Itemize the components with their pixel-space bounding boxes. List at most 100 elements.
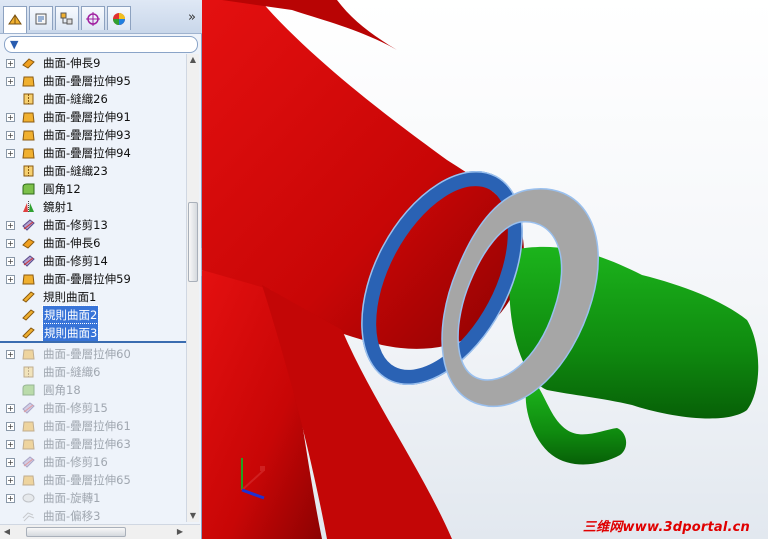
feature-manager-tab[interactable] <box>3 6 27 33</box>
feature-tree-item-label: 曲面-疊層拉伸91 <box>43 110 131 124</box>
expand-toggle-icon[interactable]: + <box>6 350 15 359</box>
expand-toggle-icon[interactable]: + <box>6 77 15 86</box>
expand-toggle-icon[interactable]: + <box>6 440 15 449</box>
expand-toggle-icon[interactable]: + <box>6 257 15 266</box>
scroll-left-icon[interactable]: ◀ <box>1 526 13 538</box>
feature-tree-item[interactable]: 圓角12 <box>0 180 188 198</box>
mirror-icon <box>21 200 36 214</box>
expand-toggle-icon[interactable]: + <box>6 494 15 503</box>
expand-toggle-icon[interactable]: + <box>6 458 15 467</box>
expand-toggle-icon[interactable]: + <box>6 131 15 140</box>
feature-tree-item[interactable]: + 曲面-修剪13 <box>0 216 188 234</box>
feature-manager-panel: » ▼ + 曲面-伸長9 + 曲面-疊層拉伸95 曲面-縫織26 + 曲面-疊層拉伸91 + 曲… <box>0 0 202 539</box>
feature-tree-item[interactable]: + 曲面-旋轉1 <box>0 489 188 507</box>
expand-toggle-icon[interactable]: + <box>6 422 15 431</box>
feature-tree: + 曲面-伸長9 + 曲面-疊層拉伸95 曲面-縫織26 + 曲面-疊層拉伸91 + 曲面-疊層… <box>0 54 188 522</box>
surface-loft-icon <box>21 128 36 142</box>
surface-knit-icon <box>21 164 36 178</box>
surface-loft-icon <box>21 347 36 361</box>
surface-knit-icon <box>21 92 36 106</box>
tree-horizontal-scrollbar[interactable]: ◀ ▶ <box>0 524 200 539</box>
scroll-up-icon[interactable]: ▲ <box>187 54 199 66</box>
expand-toggle-icon[interactable]: + <box>6 221 15 230</box>
feature-tree-item[interactable]: 鏡射1 <box>0 198 188 216</box>
display-manager-tab[interactable] <box>107 6 131 30</box>
vertical-scroll-thumb[interactable] <box>188 202 198 282</box>
surface-loft-icon <box>21 272 36 286</box>
feature-tree-item-label: 曲面-疊層拉伸60 <box>43 347 131 361</box>
expand-toggle-icon[interactable]: + <box>6 59 15 68</box>
feature-tree-item[interactable]: + 曲面-疊層拉伸61 <box>0 417 188 435</box>
feature-tree-item-label: 曲面-疊層拉伸95 <box>43 74 131 88</box>
feature-tree-item[interactable]: + 曲面-疊層拉伸91 <box>0 108 188 126</box>
expand-toggle-icon[interactable]: + <box>6 275 15 284</box>
scroll-down-icon[interactable]: ▼ <box>187 510 199 522</box>
display-manager-tab-icon <box>113 12 125 25</box>
ruled-surface-icon <box>21 308 36 322</box>
surface-loft-icon <box>21 146 36 160</box>
dimxpert-manager-tab-icon <box>86 11 100 26</box>
feature-tree-item[interactable]: + 曲面-疊層拉伸93 <box>0 126 188 144</box>
ruled-surface-icon <box>21 326 36 340</box>
feature-tree-item-label: 曲面-疊層拉伸63 <box>43 437 131 451</box>
feature-tree-item[interactable]: 曲面-縫織6 <box>0 363 188 381</box>
surface-loft-icon <box>21 437 36 451</box>
feature-tree-item[interactable]: 規則曲面2 <box>0 305 188 325</box>
feature-tree-item[interactable]: + 曲面-伸長9 <box>0 54 188 72</box>
feature-tree-item-label: 規則曲面2 <box>41 305 100 325</box>
feature-tree-item[interactable]: 圓角18 <box>0 381 188 399</box>
graphics-area[interactable]: 三维网www.3dportal.cn <box>202 0 768 539</box>
feature-tree-item-label: 曲面-縫織6 <box>43 365 101 379</box>
feature-tree-item-label: 曲面-旋轉1 <box>43 491 101 505</box>
configuration-manager-tab[interactable] <box>55 6 79 30</box>
feature-tree-item[interactable]: + 曲面-疊層拉伸94 <box>0 144 188 162</box>
surface-extrude-icon <box>21 236 36 250</box>
feature-tree-item-label: 曲面-偏移3 <box>43 509 101 522</box>
feature-tree-item[interactable]: 規則曲面1 <box>0 288 188 306</box>
feature-manager-tab-icon <box>8 14 22 25</box>
feature-tree-item[interactable]: + 曲面-疊層拉伸63 <box>0 435 188 453</box>
scroll-right-icon[interactable]: ▶ <box>174 526 186 538</box>
feature-tree-item[interactable]: + 曲面-伸長6 <box>0 234 188 252</box>
expand-toggle-icon[interactable]: + <box>6 239 15 248</box>
feature-tree-item[interactable]: + 曲面-疊層拉伸65 <box>0 471 188 489</box>
surface-loft-icon <box>21 74 36 88</box>
feature-tree-item[interactable]: 曲面-縫織23 <box>0 162 188 180</box>
feature-tree-item-label: 曲面-修剪16 <box>43 455 108 469</box>
feature-tree-item-label: 曲面-伸長6 <box>43 236 101 250</box>
feature-tree-item-label: 圓角12 <box>43 182 81 196</box>
feature-tree-item[interactable]: + 曲面-疊層拉伸59 <box>0 270 188 288</box>
feature-tree-item-label: 曲面-疊層拉伸61 <box>43 419 131 433</box>
surface-trim-icon <box>21 455 36 469</box>
dimxpert-manager-tab[interactable] <box>81 6 105 30</box>
feature-tree-item-label: 鏡射1 <box>43 200 74 214</box>
feature-tree-item[interactable]: 曲面-縫織26 <box>0 90 188 108</box>
feature-tree-item[interactable]: + 曲面-疊層拉伸60 <box>0 345 188 363</box>
horizontal-scroll-thumb[interactable] <box>26 527 126 537</box>
feature-tree-item[interactable]: + 曲面-修剪16 <box>0 453 188 471</box>
feature-tree-item-label: 曲面-修剪14 <box>43 254 108 268</box>
property-manager-tab[interactable] <box>29 6 53 30</box>
feature-tree-item[interactable]: + 曲面-疊層拉伸95 <box>0 72 188 90</box>
manager-tab-bar: » <box>0 0 202 34</box>
tree-vertical-scrollbar[interactable]: ▲ ▼ <box>186 54 199 522</box>
feature-tree-item[interactable]: + 曲面-修剪15 <box>0 399 188 417</box>
expand-toggle-icon[interactable]: + <box>6 113 15 122</box>
fillet-icon <box>21 383 36 397</box>
tree-filter-input[interactable]: ▼ <box>4 36 198 53</box>
fillet-icon <box>21 182 36 196</box>
feature-tree-item[interactable]: + 曲面-修剪14 <box>0 252 188 270</box>
rollback-bar[interactable] <box>0 341 188 343</box>
feature-tree-item-label: 曲面-縫織23 <box>43 164 108 178</box>
more-tabs-button[interactable]: » <box>188 10 196 25</box>
expand-toggle-icon[interactable]: + <box>6 149 15 158</box>
expand-toggle-icon[interactable]: + <box>6 476 15 485</box>
feature-tree-item-label: 曲面-縫織26 <box>43 92 108 106</box>
surface-trim-icon <box>21 401 36 415</box>
feature-tree-item-label: 曲面-修剪15 <box>43 401 108 415</box>
surface-revolve-icon <box>21 491 36 505</box>
feature-tree-item[interactable]: 曲面-偏移3 <box>0 507 188 522</box>
feature-tree-item[interactable]: 規則曲面3 <box>0 323 188 343</box>
expand-toggle-icon[interactable]: + <box>6 404 15 413</box>
surface-offset-icon <box>21 509 36 522</box>
